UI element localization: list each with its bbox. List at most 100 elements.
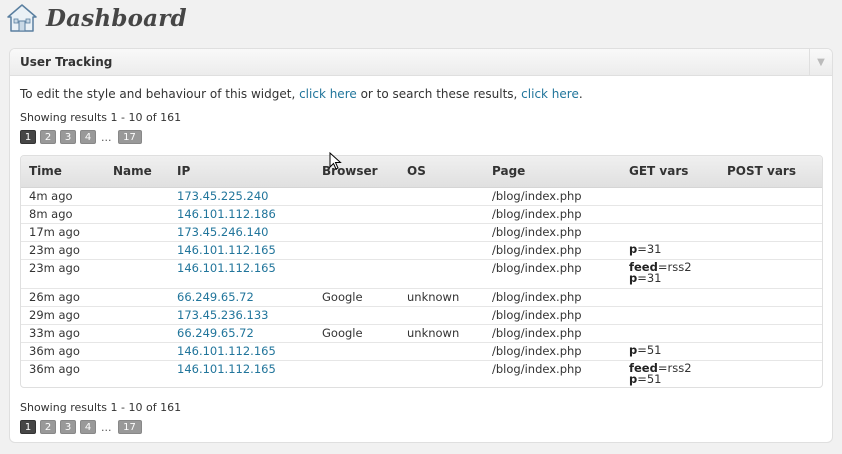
table-row: 8m ago 146.101.112.186/blog/index.php xyxy=(21,205,822,224)
get-var-value: =31 xyxy=(637,270,662,285)
name-cell xyxy=(105,342,169,361)
col-get-vars: GET vars xyxy=(621,156,719,188)
page-4-button[interactable]: 4 xyxy=(80,130,96,144)
get-vars-cell xyxy=(621,324,719,343)
page-3-button[interactable]: 3 xyxy=(60,130,76,144)
ip-cell: 173.45.246.140 xyxy=(169,223,314,242)
get-vars-cell xyxy=(621,223,719,242)
table-row: 17m ago 173.45.246.140/blog/index.php xyxy=(21,223,822,242)
post-vars-cell xyxy=(719,205,822,224)
time-cell: 17m ago xyxy=(21,223,105,242)
results-count-bottom: Showing results 1 - 10 of 161 xyxy=(20,401,182,414)
table-header-row: Time Name IP Browser OS Page GET vars PO… xyxy=(21,156,822,188)
page-cell: /blog/index.php xyxy=(484,187,621,206)
page-cell: /blog/index.php xyxy=(484,205,621,224)
ip-link[interactable]: 66.249.65.72 xyxy=(177,290,254,304)
ip-link[interactable]: 173.45.225.240 xyxy=(177,189,268,203)
table-row: 36m ago 146.101.112.165/blog/index.php fee… xyxy=(21,360,822,387)
page-cell: /blog/index.php xyxy=(484,288,621,307)
page-3-button[interactable]: 3 xyxy=(60,420,76,434)
widget-header: User Tracking ▼ xyxy=(10,49,832,76)
table-row: 26m ago 66.249.65.72 Google unknown/blog/in… xyxy=(21,288,822,307)
name-cell xyxy=(105,360,169,387)
pagination-ellipsis: ... xyxy=(101,420,112,434)
post-vars-cell xyxy=(719,288,822,307)
table-row: 23m ago 146.101.112.165/blog/index.php p=3… xyxy=(21,241,822,260)
post-vars-cell xyxy=(719,187,822,206)
ip-link[interactable]: 173.45.246.140 xyxy=(177,225,268,239)
ip-link[interactable]: 173.45.236.133 xyxy=(177,308,268,322)
browser-cell xyxy=(314,259,399,289)
page-4-button[interactable]: 4 xyxy=(80,420,96,434)
table-row: 23m ago 146.101.112.165/blog/index.php fee… xyxy=(21,259,822,289)
browser-cell xyxy=(314,241,399,260)
ip-cell: 66.249.65.72 xyxy=(169,288,314,307)
os-cell xyxy=(399,205,484,224)
page-2-button[interactable]: 2 xyxy=(40,420,56,434)
name-cell xyxy=(105,324,169,343)
widget-intro: To edit the style and behaviour of this … xyxy=(20,87,583,101)
col-time: Time xyxy=(21,156,105,188)
browser-cell xyxy=(314,342,399,361)
time-cell: 8m ago xyxy=(21,205,105,224)
time-cell: 23m ago xyxy=(21,241,105,260)
table-row: 33m ago 66.249.65.72 Google unknown/blog/in… xyxy=(21,324,822,343)
page-cell: /blog/index.php xyxy=(484,223,621,242)
mouse-cursor-icon xyxy=(329,152,342,170)
tracking-table: Time Name IP Browser OS Page GET vars PO… xyxy=(21,156,822,387)
tracking-table-container: Time Name IP Browser OS Page GET vars PO… xyxy=(20,155,823,388)
search-results-link[interactable]: click here xyxy=(521,87,579,101)
ip-link[interactable]: 66.249.65.72 xyxy=(177,326,254,340)
page-2-button[interactable]: 2 xyxy=(40,130,56,144)
get-var-value: =rss2 xyxy=(657,360,692,375)
get-vars-cell: p=31 xyxy=(621,241,719,260)
time-cell: 4m ago xyxy=(21,187,105,206)
ip-link[interactable]: 146.101.112.165 xyxy=(177,243,276,257)
col-os: OS xyxy=(399,156,484,188)
get-var-value: =51 xyxy=(637,371,662,386)
widget-toggle[interactable]: ▼ xyxy=(809,49,832,75)
get-var-value: =31 xyxy=(637,241,662,256)
ip-link[interactable]: 146.101.112.165 xyxy=(177,362,276,376)
page-cell: /blog/index.php xyxy=(484,241,621,260)
time-cell: 36m ago xyxy=(21,342,105,361)
pagination-ellipsis: ... xyxy=(101,130,112,144)
page-title: Dashboard xyxy=(46,4,187,32)
get-vars-cell: feed=rss2 p=31 xyxy=(621,259,719,289)
post-vars-cell xyxy=(719,342,822,361)
ip-cell: 146.101.112.165 xyxy=(169,259,314,289)
arrow-down-icon: ▼ xyxy=(817,56,825,68)
get-var: p=51 xyxy=(629,342,719,357)
edit-style-link[interactable]: click here xyxy=(299,87,357,101)
get-var-key: p xyxy=(629,241,638,256)
get-var: p=51 xyxy=(629,371,719,386)
page-last-button[interactable]: 17 xyxy=(117,420,142,434)
page-header: Dashboard xyxy=(6,2,187,34)
get-vars-cell: p=51 xyxy=(621,342,719,361)
get-var-key: p xyxy=(629,342,638,357)
get-var-key: p xyxy=(629,371,638,386)
page-1-button[interactable]: 1 xyxy=(20,130,36,144)
ip-cell: 173.45.225.240 xyxy=(169,187,314,206)
ip-link[interactable]: 146.101.112.165 xyxy=(177,261,276,275)
page-cell: /blog/index.php xyxy=(484,259,621,289)
page-cell: /blog/index.php xyxy=(484,360,621,387)
page-cell: /blog/index.php xyxy=(484,324,621,343)
os-cell: unknown xyxy=(399,324,484,343)
browser-cell xyxy=(314,187,399,206)
name-cell xyxy=(105,223,169,242)
post-vars-cell xyxy=(719,360,822,387)
post-vars-cell xyxy=(719,259,822,289)
col-page: Page xyxy=(484,156,621,188)
name-cell xyxy=(105,205,169,224)
page-last-button[interactable]: 17 xyxy=(117,130,142,144)
post-vars-cell xyxy=(719,241,822,260)
page-1-button[interactable]: 1 xyxy=(20,420,36,434)
ip-link[interactable]: 146.101.112.186 xyxy=(177,207,276,221)
os-cell xyxy=(399,342,484,361)
os-cell xyxy=(399,223,484,242)
ip-link[interactable]: 146.101.112.165 xyxy=(177,344,276,358)
col-ip: IP xyxy=(169,156,314,188)
get-vars-cell xyxy=(621,306,719,325)
intro-text-1: To edit the style and behaviour of this … xyxy=(20,87,300,101)
